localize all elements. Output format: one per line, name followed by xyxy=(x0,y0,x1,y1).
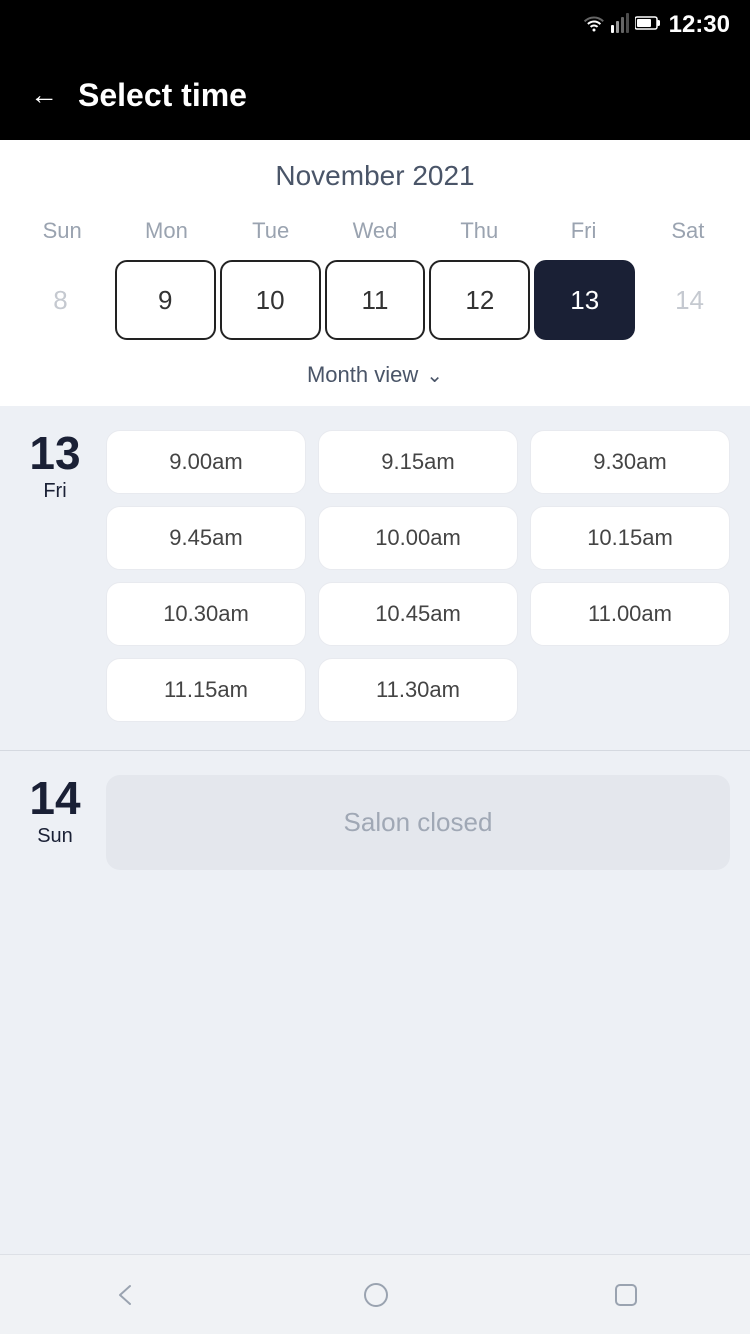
recent-nav-button[interactable] xyxy=(612,1281,640,1309)
app-header: ← Select time xyxy=(0,50,750,140)
day-header-thu: Thu xyxy=(427,210,531,252)
calendar-day-9[interactable]: 9 xyxy=(115,260,216,340)
timeslot-1115am[interactable]: 11.15am xyxy=(106,658,306,722)
status-time: 12:30 xyxy=(669,11,730,39)
day-block-13: 13 Fri 9.00am 9.15am 9.30am 9.45am 10.00… xyxy=(0,406,750,750)
day-label-14: 14 Sun xyxy=(20,775,90,848)
day-number-13: 13 xyxy=(20,430,90,476)
month-view-label: Month view xyxy=(307,362,418,388)
timeslot-1015am[interactable]: 10.15am xyxy=(530,506,730,570)
month-view-toggle[interactable]: Month view ⌄ xyxy=(0,348,750,406)
back-nav-button[interactable] xyxy=(110,1280,140,1310)
timeslot-945am[interactable]: 9.45am xyxy=(106,506,306,570)
home-nav-button[interactable] xyxy=(361,1280,391,1310)
calendar-day-8[interactable]: 8 xyxy=(10,260,111,340)
day-name-14: Sun xyxy=(20,825,90,848)
status-bar: 12:30 xyxy=(0,0,750,50)
calendar-week-row: 8 9 10 11 12 13 14 xyxy=(0,252,750,348)
status-icons xyxy=(583,13,661,38)
day-block-14: 14 Sun Salon closed xyxy=(0,750,750,898)
day-headers: Sun Mon Tue Wed Thu Fri Sat xyxy=(0,210,750,252)
day-label-13: 13 Fri xyxy=(20,430,90,503)
timeslot-900am[interactable]: 9.00am xyxy=(106,430,306,494)
day-header-sat: Sat xyxy=(636,210,740,252)
timeslot-1000am[interactable]: 10.00am xyxy=(318,506,518,570)
day-header-wed: Wed xyxy=(323,210,427,252)
calendar-section: November 2021 Sun Mon Tue Wed Thu Fri Sa… xyxy=(0,140,750,406)
timeslot-915am[interactable]: 9.15am xyxy=(318,430,518,494)
day-header-fri: Fri xyxy=(531,210,635,252)
timeslot-1100am[interactable]: 11.00am xyxy=(530,582,730,646)
calendar-day-13[interactable]: 13 xyxy=(534,260,635,340)
day-header-mon: Mon xyxy=(114,210,218,252)
calendar-day-10[interactable]: 10 xyxy=(220,260,321,340)
timeslot-1130am[interactable]: 11.30am xyxy=(318,658,518,722)
day-header-sun: Sun xyxy=(10,210,114,252)
timeslots-section: 13 Fri 9.00am 9.15am 9.30am 9.45am 10.00… xyxy=(0,406,750,1254)
timeslot-1045am[interactable]: 10.45am xyxy=(318,582,518,646)
calendar-day-14[interactable]: 14 xyxy=(639,260,740,340)
page-title: Select time xyxy=(78,77,247,114)
month-title: November 2021 xyxy=(0,160,750,192)
battery-icon xyxy=(635,15,661,36)
day-header-tue: Tue xyxy=(219,210,323,252)
day-name-13: Fri xyxy=(20,480,90,503)
salon-closed-banner: Salon closed xyxy=(106,775,730,870)
slots-grid-13: 9.00am 9.15am 9.30am 9.45am 10.00am 10.1… xyxy=(106,430,730,722)
calendar-day-12[interactable]: 12 xyxy=(429,260,530,340)
timeslot-930am[interactable]: 9.30am xyxy=(530,430,730,494)
chevron-down-icon: ⌄ xyxy=(426,363,443,388)
bottom-navigation xyxy=(0,1254,750,1334)
day-number-14: 14 xyxy=(20,775,90,821)
timeslot-1030am[interactable]: 10.30am xyxy=(106,582,306,646)
wifi-icon xyxy=(583,14,605,37)
calendar-day-11[interactable]: 11 xyxy=(325,260,426,340)
signal-icon xyxy=(611,13,629,38)
back-button[interactable]: ← xyxy=(30,79,58,111)
